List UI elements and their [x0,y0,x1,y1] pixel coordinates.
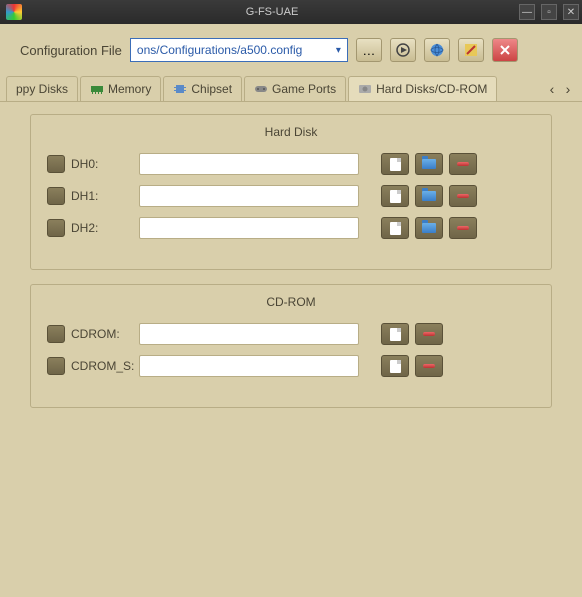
gamepad-icon [254,83,268,95]
close-button[interactable]: ✕ [563,4,579,20]
document-icon [390,158,401,171]
cdrom-remove-button[interactable] [415,323,443,345]
tab-label: Game Ports [272,82,336,96]
maximize-button[interactable]: ▫ [541,4,557,20]
dh0-remove-button[interactable] [449,153,477,175]
tab-memory[interactable]: Memory [80,76,161,101]
dh0-new-button[interactable] [381,153,409,175]
document-icon [390,360,401,373]
window-title: G-FS-UAE [28,6,516,18]
edit-icon [464,43,478,57]
cdrom-s-new-button[interactable] [381,355,409,377]
app-logo-icon [6,4,22,20]
dh2-remove-button[interactable] [449,217,477,239]
tab-chipset[interactable]: Chipset [163,76,242,101]
web-button[interactable] [424,38,450,62]
dh2-new-button[interactable] [381,217,409,239]
cdrom-label: CDROM: [71,327,133,341]
minus-icon [423,364,435,368]
tab-scroll-left[interactable]: ‹ [544,81,560,97]
dh1-new-button[interactable] [381,185,409,207]
app-window: G-FS-UAE — ▫ ✕ Configuration File ons/Co… [0,0,582,597]
tab-bar: ppy Disks Memory Chipset Game Ports Hard… [0,76,582,102]
dh0-checkbox[interactable] [47,155,65,173]
config-file-dropdown[interactable]: ons/Configurations/a500.config ▾ [130,38,348,62]
dh0-browse-button[interactable] [415,153,443,175]
cdrom-checkbox[interactable] [47,325,65,343]
cdrom-input[interactable] [139,323,359,345]
delete-button[interactable] [492,38,518,62]
minus-icon [457,162,469,166]
cdrom-s-remove-button[interactable] [415,355,443,377]
tab-label: Chipset [191,82,232,96]
cdrom-panel: CD-ROM CDROM: CDROM_S: [30,284,552,408]
chipset-icon [173,83,187,95]
dh1-row: DH1: [47,185,535,207]
dh1-label: DH1: [71,189,133,203]
play-icon [396,43,410,57]
toolbar: Configuration File ons/Configurations/a5… [0,24,582,76]
cdrom-s-checkbox[interactable] [47,357,65,375]
folder-icon [422,159,436,169]
memory-icon [90,83,104,95]
folder-icon [422,223,436,233]
chevron-down-icon: ▾ [336,45,341,56]
play-button[interactable] [390,38,416,62]
x-icon [499,44,511,56]
document-icon [390,328,401,341]
folder-icon [422,191,436,201]
tab-game-ports[interactable]: Game Ports [244,76,346,101]
dh0-row: DH0: [47,153,535,175]
content-area: Hard Disk DH0: DH1: DH2: [0,102,582,434]
dh0-label: DH0: [71,157,133,171]
cdrom-s-label: CDROM_S: [71,359,133,373]
dh2-label: DH2: [71,221,133,235]
dh1-checkbox[interactable] [47,187,65,205]
cdrom-s-row: CDROM_S: [47,355,535,377]
cdrom-s-input[interactable] [139,355,359,377]
dh1-remove-button[interactable] [449,185,477,207]
document-icon [390,190,401,203]
tab-label: Hard Disks/CD-ROM [376,82,487,96]
dh0-input[interactable] [139,153,359,175]
panel-title: CD-ROM [47,295,535,309]
tab-label: Memory [108,82,151,96]
dh2-checkbox[interactable] [47,219,65,237]
titlebar: G-FS-UAE — ▫ ✕ [0,0,582,24]
config-file-value: ons/Configurations/a500.config [137,43,302,57]
harddisk-icon [358,83,372,95]
tab-hard-disks[interactable]: Hard Disks/CD-ROM [348,76,497,101]
tab-label: ppy Disks [16,82,68,96]
cdrom-row: CDROM: [47,323,535,345]
tab-floppy-disks[interactable]: ppy Disks [6,76,78,101]
dh2-input[interactable] [139,217,359,239]
edit-button[interactable] [458,38,484,62]
globe-icon [430,43,444,57]
browse-button[interactable]: … [356,38,382,62]
minus-icon [457,194,469,198]
config-file-label: Configuration File [20,43,122,58]
dh1-input[interactable] [139,185,359,207]
minus-icon [457,226,469,230]
minus-icon [423,332,435,336]
cdrom-new-button[interactable] [381,323,409,345]
panel-title: Hard Disk [47,125,535,139]
dh2-browse-button[interactable] [415,217,443,239]
harddisk-panel: Hard Disk DH0: DH1: DH2: [30,114,552,270]
dh1-browse-button[interactable] [415,185,443,207]
dh2-row: DH2: [47,217,535,239]
document-icon [390,222,401,235]
tab-scroll-right[interactable]: › [560,81,576,97]
minimize-button[interactable]: — [519,4,535,20]
